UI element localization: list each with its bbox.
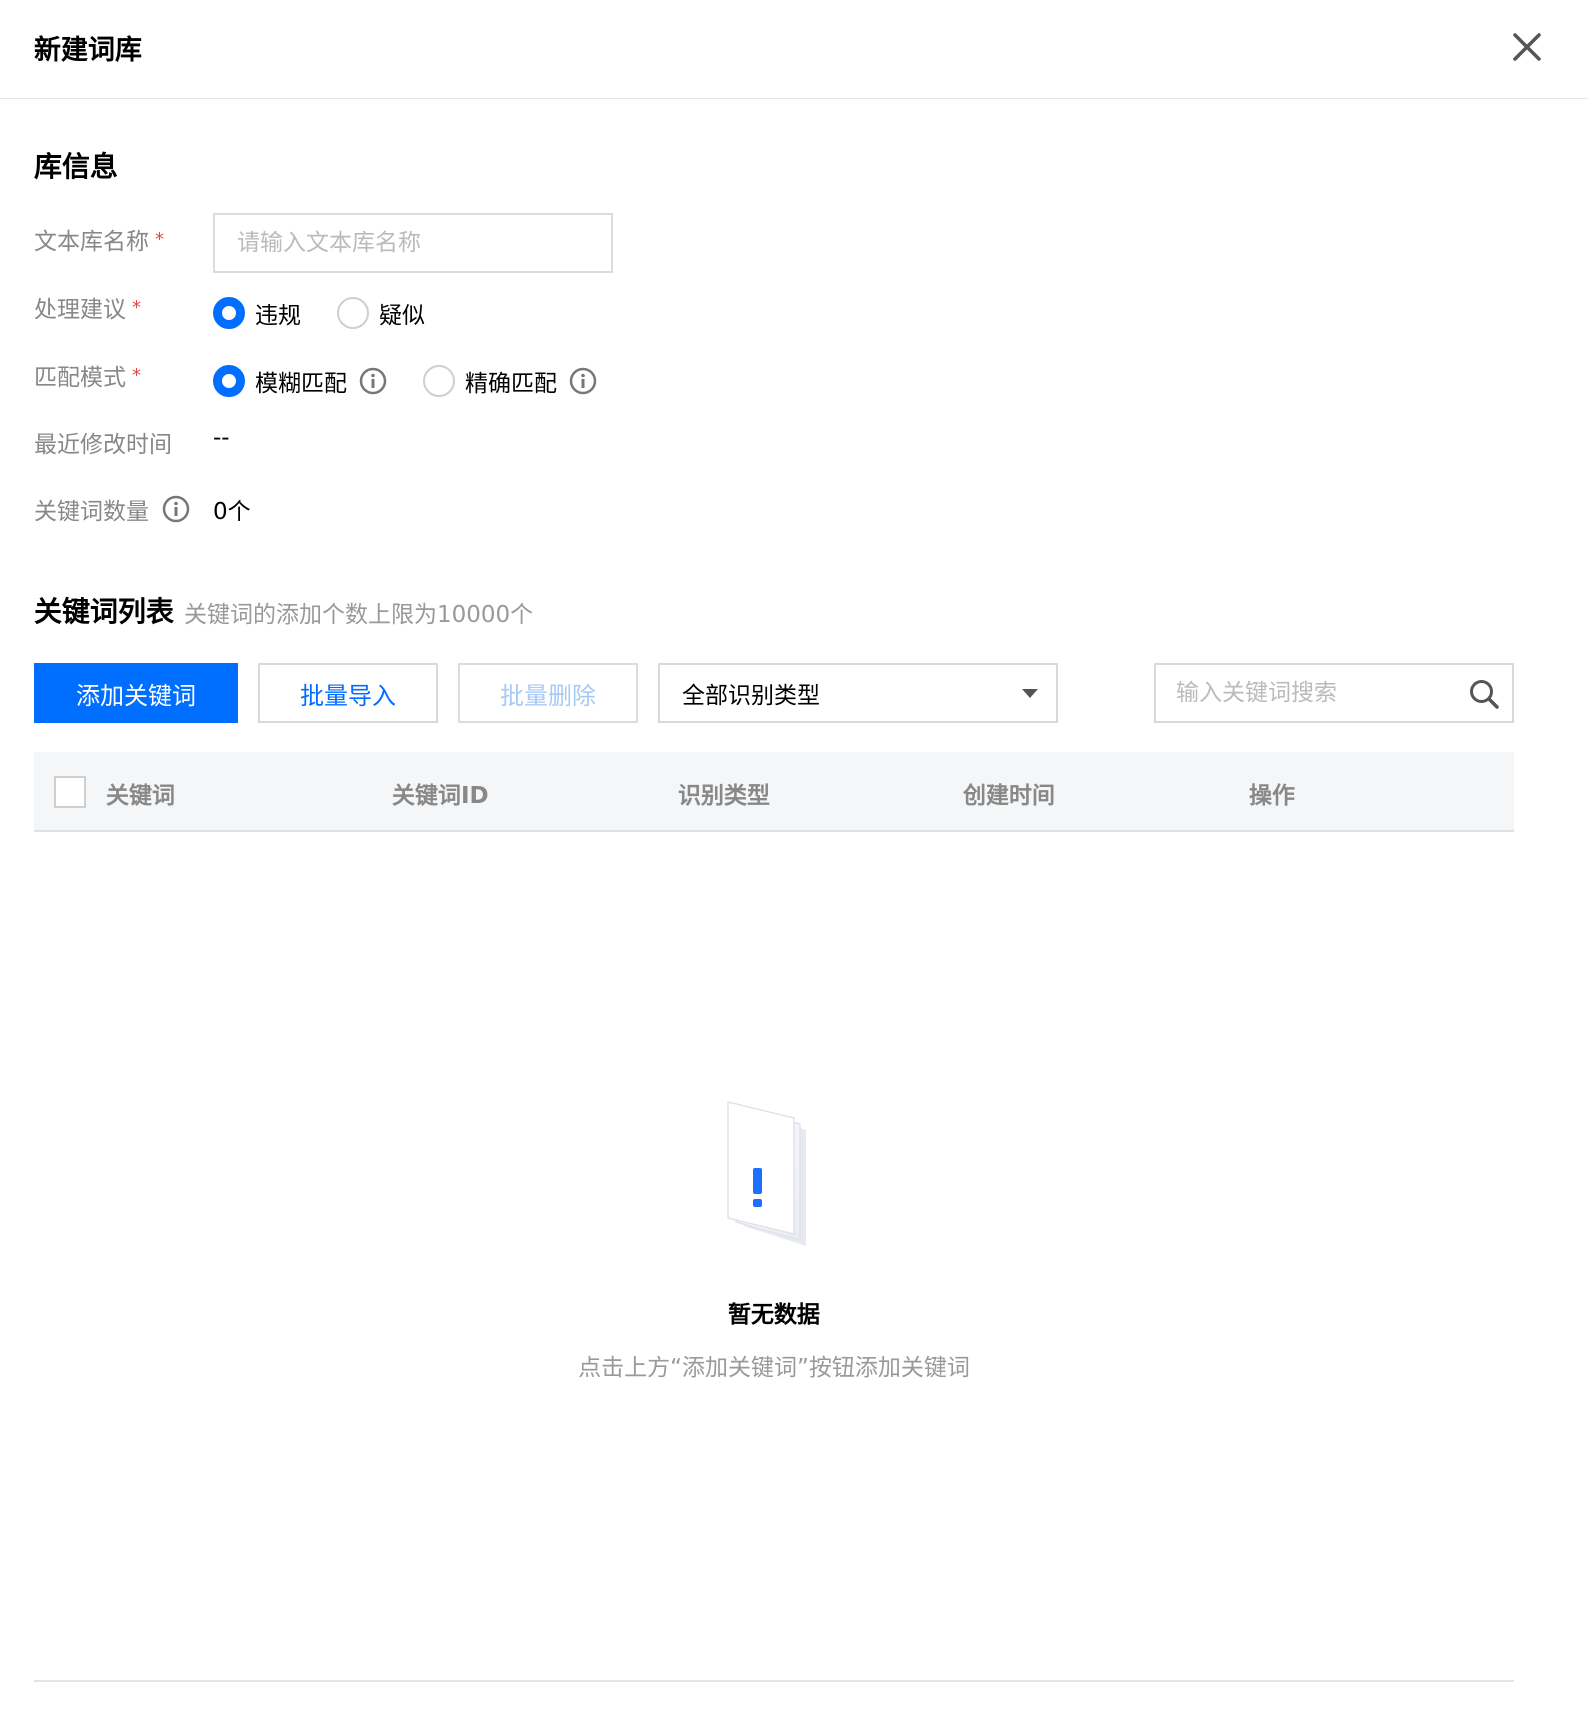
select-all-checkbox[interactable] <box>54 776 86 808</box>
empty-state-title: 暂无数据 <box>728 1302 820 1328</box>
match-radio-fuzzy[interactable]: 模糊匹配 <box>213 364 387 398</box>
column-header-keyword-id: 关键词ID <box>392 783 489 809</box>
library-name-label-text: 文本库名称 <box>34 229 149 255</box>
column-header-created-time: 创建时间 <box>963 783 1055 809</box>
radio-checked-icon <box>213 365 245 397</box>
keyword-search-input[interactable] <box>1156 665 1456 721</box>
match-mode-radio-group: 模糊匹配 精确匹配 <box>213 364 633 398</box>
keyword-count-label-text: 关键词数量 <box>34 499 149 525</box>
caret-down-icon <box>1022 689 1038 698</box>
dialog-title: 新建词库 <box>34 35 142 66</box>
info-icon[interactable] <box>359 367 387 395</box>
required-mark: * <box>132 297 141 318</box>
library-name-label: 文本库名称 * <box>34 222 164 256</box>
keyword-table-header: 关键词 关键词ID 识别类型 创建时间 操作 <box>34 752 1514 832</box>
required-mark: * <box>155 229 164 250</box>
keyword-count-label: 关键词数量 <box>34 492 190 526</box>
modified-time-value: -- <box>213 425 230 451</box>
batch-delete-button: 批量删除 <box>458 663 638 723</box>
suggestion-label: 处理建议 * <box>34 290 141 324</box>
keyword-count-value: 0个 <box>213 499 251 525</box>
match-mode-label-text: 匹配模式 <box>34 365 126 391</box>
library-name-input[interactable] <box>213 213 613 273</box>
dialog-header: 新建词库 <box>0 0 1588 99</box>
info-icon[interactable] <box>162 495 190 523</box>
match-radio-exact[interactable]: 精确匹配 <box>423 364 597 398</box>
required-mark: * <box>132 365 141 386</box>
radio-label: 违规 <box>255 303 301 329</box>
close-icon[interactable] <box>1510 30 1544 64</box>
radio-label: 精确匹配 <box>465 371 557 397</box>
modified-time-label: 最近修改时间 <box>34 432 172 458</box>
column-header-recognition-type: 识别类型 <box>678 783 770 809</box>
library-info-title: 库信息 <box>34 150 119 183</box>
keyword-list-title: 关键词列表 <box>34 595 175 628</box>
suggestion-radio-violation[interactable]: 违规 <box>213 296 301 330</box>
suggestion-label-text: 处理建议 <box>34 297 126 323</box>
batch-import-button[interactable]: 批量导入 <box>258 663 438 723</box>
radio-unchecked-icon <box>423 365 455 397</box>
empty-document-icon <box>727 1101 806 1246</box>
suggestion-radio-suspect[interactable]: 疑似 <box>337 296 425 330</box>
radio-checked-icon <box>213 297 245 329</box>
search-icon[interactable] <box>1468 678 1500 710</box>
new-library-dialog: 新建词库 库信息 文本库名称 * 处理建议 * 违规 疑似 匹配模式 * 模糊匹配 <box>0 0 1588 1710</box>
keyword-limit-hint: 关键词的添加个数上限为10000个 <box>184 602 534 628</box>
select-value: 全部识别类型 <box>682 683 820 709</box>
recognition-type-select[interactable]: 全部识别类型 <box>658 663 1058 723</box>
radio-label: 疑似 <box>379 303 425 329</box>
column-header-keyword: 关键词 <box>106 783 175 809</box>
suggestion-radio-group: 违规 疑似 <box>213 296 461 330</box>
column-header-actions: 操作 <box>1249 783 1295 809</box>
match-mode-label: 匹配模式 * <box>34 358 141 392</box>
keyword-search-box <box>1154 663 1514 723</box>
radio-unchecked-icon <box>337 297 369 329</box>
add-keyword-button[interactable]: 添加关键词 <box>34 663 238 723</box>
info-icon[interactable] <box>569 367 597 395</box>
radio-label: 模糊匹配 <box>255 371 347 397</box>
bottom-divider <box>34 1680 1514 1682</box>
empty-state-description: 点击上方“添加关键词”按钮添加关键词 <box>578 1355 970 1381</box>
